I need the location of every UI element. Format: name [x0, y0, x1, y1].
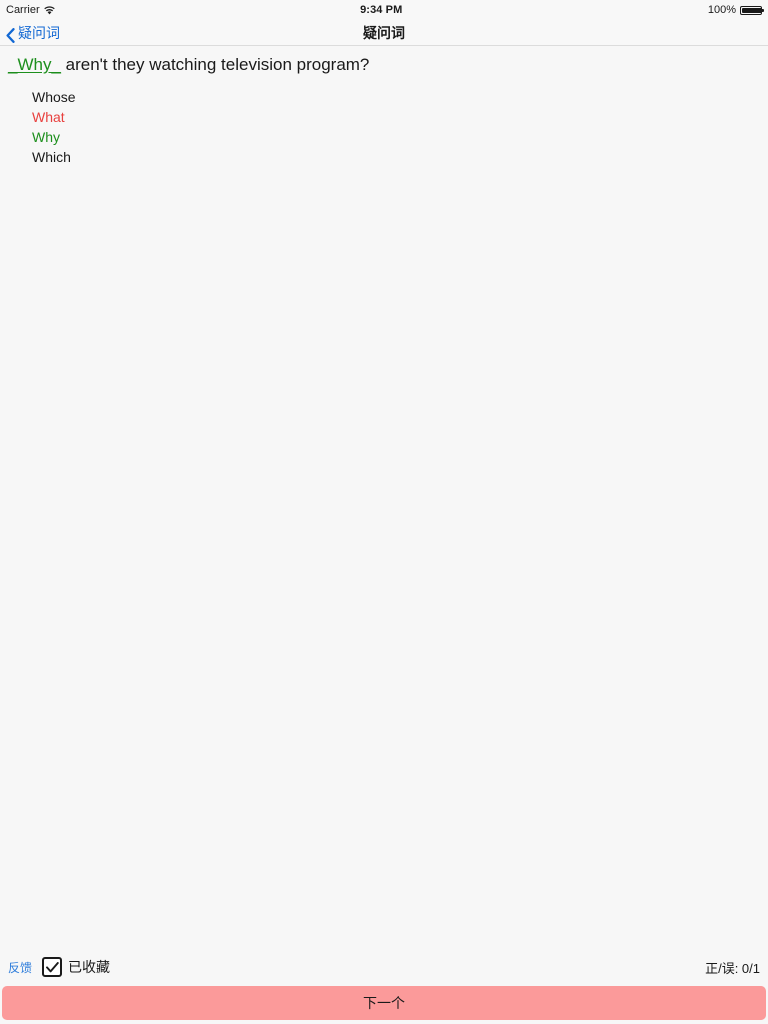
battery-percent-label: 100%	[707, 4, 736, 16]
favorite-toggle[interactable]: 已收藏	[42, 957, 110, 977]
question-answer-blank: _Why_	[8, 55, 61, 74]
wifi-icon	[43, 5, 55, 15]
bottom-toolbar-left: 反馈 已收藏	[8, 957, 110, 977]
score-label: 正/误: 0/1	[705, 960, 760, 976]
page-title: 疑问词	[363, 24, 405, 41]
question-content: _Why_ aren't they watching television pr…	[0, 46, 768, 948]
back-button-label: 疑问词	[18, 24, 60, 41]
battery-icon	[740, 5, 764, 15]
app-root: Carrier 9:34 PM 100% 疑问词 疑问词 _Why_ aren'…	[0, 0, 768, 1024]
navigation-bar: 疑问词 疑问词	[0, 20, 768, 46]
back-button[interactable]: 疑问词	[0, 23, 60, 43]
status-bar: Carrier 9:34 PM 100%	[0, 0, 768, 20]
status-bar-clock: 9:34 PM	[360, 4, 403, 16]
question-text: _Why_ aren't they watching television pr…	[8, 54, 760, 77]
chevron-left-icon	[6, 28, 15, 43]
options-list: Whose What Why Which	[8, 87, 760, 167]
bottom-toolbar: 反馈 已收藏 正/误: 0/1	[0, 948, 768, 986]
status-bar-left: Carrier	[6, 4, 55, 16]
option-item[interactable]: What	[32, 107, 760, 127]
status-bar-right: 100%	[707, 4, 764, 16]
next-button[interactable]: 下一个	[2, 986, 766, 1020]
option-item[interactable]: Why	[32, 127, 760, 147]
option-item[interactable]: Whose	[32, 87, 760, 107]
next-button-container: 下一个	[0, 986, 768, 1024]
feedback-button[interactable]: 反馈	[8, 959, 32, 976]
option-item[interactable]: Which	[32, 147, 760, 167]
checkbox-checked-icon[interactable]	[42, 957, 63, 977]
favorite-label: 已收藏	[68, 959, 111, 975]
carrier-label: Carrier	[6, 4, 40, 16]
question-remainder: aren't they watching television program?	[60, 55, 370, 74]
